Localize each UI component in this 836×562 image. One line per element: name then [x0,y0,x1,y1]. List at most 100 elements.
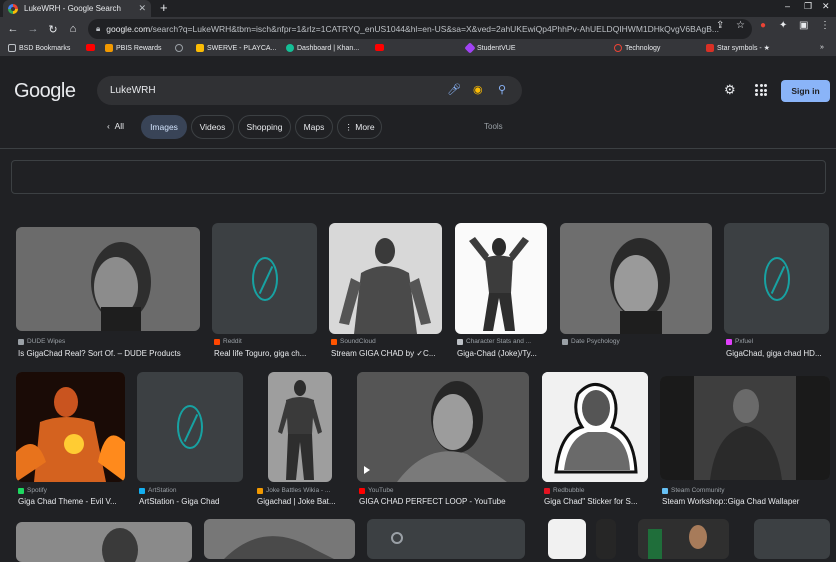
bookmark-studentvue[interactable]: StudentVUE [464,42,516,54]
image-placeholder-icon [763,256,790,301]
url-host: google.com [106,24,151,34]
google-favicon-icon [8,3,18,14]
forward-icon[interactable]: → [23,23,43,35]
bookmark-star-icon[interactable]: ☆ [736,20,745,31]
tab-maps[interactable]: Maps [295,115,333,139]
tab-shopping[interactable]: Shopping [238,115,291,139]
studentvue-icon [464,42,476,54]
window-close-icon[interactable]: ✕ [822,1,830,12]
khan-icon [286,44,294,52]
share-icon[interactable]: ⇪ [716,20,724,31]
sidepanel-icon[interactable]: ▣ [799,20,808,31]
result-source: Pxfuel [726,338,830,345]
result-thumbnail[interactable] [268,372,332,482]
result-thumbnail[interactable] [548,519,586,559]
minimize-icon[interactable]: – [785,1,790,11]
result-thumbnail[interactable] [560,223,712,334]
result-title[interactable]: Giga Chad" Sticker for S... [544,497,650,506]
folder-icon [8,44,16,52]
result-source: Character Stats and ... [457,338,547,345]
result-title[interactable]: GIGA CHAD PERFECT LOOP - YouTube [359,497,531,506]
result-thumbnail[interactable] [596,519,616,559]
date-psychology-favicon-icon [562,338,568,345]
bookmark-technology[interactable]: Technology [614,44,660,52]
tab-images[interactable]: Images [141,115,187,139]
result-title[interactable]: Stream GIGA CHAD by ✓C... [331,349,444,358]
bookmarks-bar: BSD Bookmarks PBIS Rewards SWERVE - PLAY… [0,41,836,57]
result-thumbnail[interactable] [638,519,729,559]
image-placeholder-icon [251,256,278,301]
result-title[interactable]: Giga Chad Theme - Evil V... [18,497,127,506]
bookmark-star-symbols[interactable]: Star symbols - ★ [706,44,770,52]
browser-tabstrip: LukeWRH - Google Search ✕ + – ❐ ✕ [0,0,836,17]
url-path: /search?q=LukeWRH&tbm=isch&nfpr=1&rlz=1C… [150,24,719,34]
result-thumbnail[interactable] [329,223,442,334]
result-thumbnail[interactable] [754,519,830,559]
image-placeholder-icon [177,405,203,449]
bookmark-youtube-2[interactable] [375,44,387,51]
back-icon[interactable]: ← [3,23,23,35]
more-bookmarks[interactable]: » [820,44,824,51]
extension-record-icon[interactable]: ● [760,20,766,31]
reddit-favicon-icon [214,338,220,345]
result-thumbnail[interactable] [367,519,525,559]
result-title[interactable]: Gigachad | Joke Bat... [257,497,349,506]
result-title[interactable]: Is GigaChad Real? Sort Of. – DUDE Produc… [18,349,202,358]
loading-spinner-icon [391,532,403,544]
bookmark-folder-bsd[interactable]: BSD Bookmarks [8,44,70,52]
result-source: Spotify [18,487,126,494]
result-thumbnail[interactable] [137,372,243,482]
result-thumbnail[interactable] [16,372,125,482]
swerve-icon [196,44,204,52]
browser-menu-icon[interactable]: ⋮ [820,20,830,31]
home-icon[interactable]: ⌂ [63,23,83,35]
tools-button[interactable]: Tools [484,122,503,131]
youtube-favicon-icon [359,487,365,494]
address-bar[interactable]: 🔒︎ google.com/search?q=LukeWRH&tbm=isch&… [88,19,752,39]
youtube-icon [86,44,95,51]
pxfuel-favicon-icon [726,338,732,345]
reload-icon[interactable]: ↻ [43,23,63,36]
dude-wipes-favicon-icon [18,338,24,345]
result-title[interactable]: Giga-Chad (Joke)/Ty... [457,349,549,358]
tab-close-icon[interactable]: ✕ [138,3,146,14]
result-source: YouTube [359,487,529,494]
tab-all[interactable]: ‹ All [107,121,124,131]
result-thumbnail[interactable] [212,223,317,334]
result-thumbnail[interactable] [16,227,200,331]
lock-icon: 🔒︎ [96,24,101,33]
search-tabs: ‹ All Images Videos Shopping Maps ⋮ More… [0,57,836,149]
result-thumbnail[interactable] [660,376,830,480]
result-source: DUDE Wipes [18,338,198,345]
restore-icon[interactable]: ❐ [804,1,812,12]
result-thumbnail[interactable] [204,519,355,559]
bookmark-swerve[interactable]: SWERVE - PLAYCA... [196,44,276,52]
new-tab-button[interactable]: + [160,1,168,15]
character-stats-favicon-icon [457,338,463,345]
result-thumbnail[interactable] [455,223,547,334]
technology-icon [614,44,622,52]
browser-tab[interactable]: LukeWRH - Google Search ✕ [3,0,151,17]
result-source: Redbubble [544,487,648,494]
tab-videos[interactable]: Videos [191,115,234,139]
tab-title: LukeWRH - Google Search [24,4,121,13]
bookmark-pbis[interactable]: PBIS Rewards [105,44,162,52]
spotify-favicon-icon [18,487,24,494]
bookmark-youtube[interactable] [86,44,98,51]
result-thumbnail[interactable] [542,372,648,482]
extensions-icon[interactable]: ✦ [779,20,787,31]
bookmark-khan[interactable]: Dashboard | Khan... [286,44,359,52]
result-source: Joke Battles Wikia - ... [257,487,349,494]
result-title[interactable]: GigaChad, giga chad HD... [726,349,831,358]
result-title[interactable]: ArtStation - Giga Chad [139,497,245,506]
result-title[interactable]: Steam Workshop::Giga Chad Wallaper [662,497,832,506]
result-thumbnail[interactable] [16,522,192,562]
result-thumbnail[interactable] [724,223,829,334]
result-title[interactable]: Real life Toguro, giga ch... [214,349,319,358]
youtube-icon [375,44,384,51]
result-thumbnail[interactable] [357,372,529,482]
result-source: Reddit [214,338,314,345]
filter-chips-bar [11,160,826,194]
tab-more[interactable]: ⋮ More [337,115,382,139]
bookmark-history[interactable] [175,44,186,52]
